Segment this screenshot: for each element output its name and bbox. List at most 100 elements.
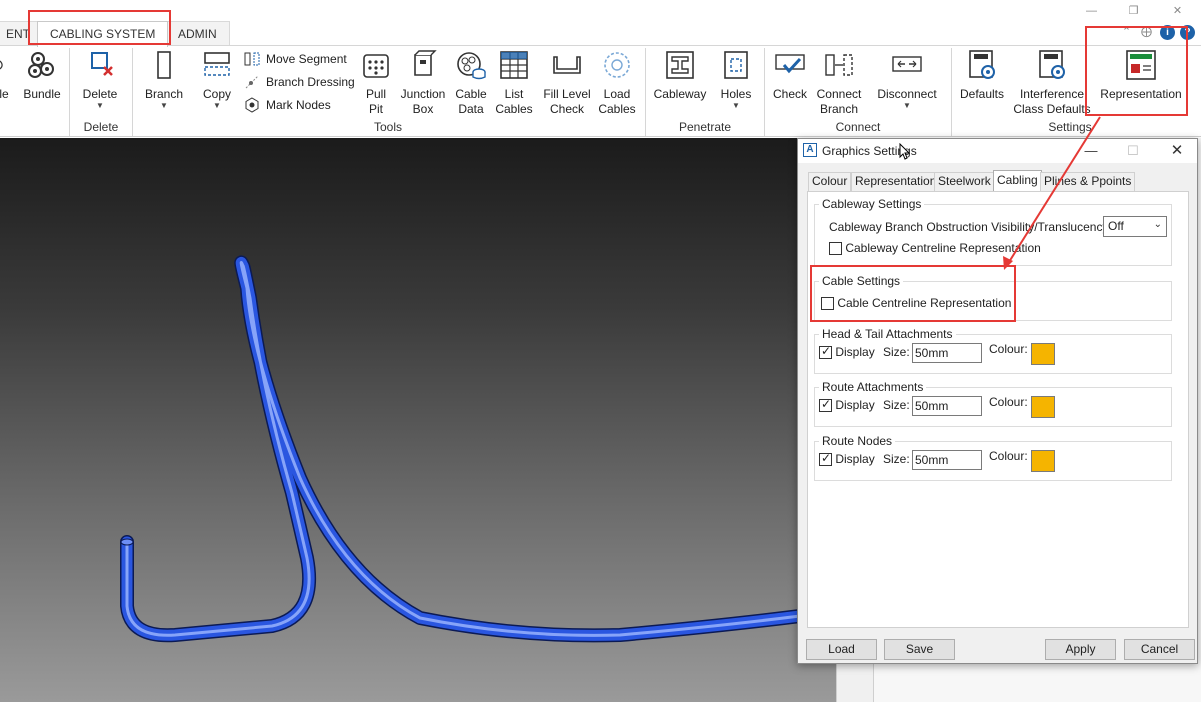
branch-dressing-button[interactable]: Branch Dressing [244,74,355,90]
junction-box-icon [414,50,437,76]
close-icon[interactable]: ✕ [1171,5,1184,18]
copy-button[interactable]: Copy ▼ [198,49,236,110]
head-tail-display-row[interactable]: Display [819,344,875,360]
defaults-button[interactable]: Defaults [958,49,1006,102]
route-nodes-group: Route Nodes Display Size: 50mm Colour: [814,434,1172,481]
disconnect-icon [892,56,922,72]
head-tail-size-input[interactable]: 50mm [912,343,982,363]
pull-pit-button[interactable]: Pull Pit [358,49,394,117]
route-nodes-colour-label: Colour: [989,449,1028,463]
group-label-penetrate: Penetrate [678,120,732,134]
tab-cabling-system[interactable]: CABLING SYSTEM [37,21,169,47]
group-label-delete: Delete [83,120,119,134]
cableway-button[interactable]: Cableway [651,49,709,102]
obstruction-select[interactable]: Off ⌄ [1103,216,1167,237]
route-nodes-colour-swatch[interactable] [1031,450,1055,472]
representation-button[interactable]: Representation [1097,49,1185,102]
tab-admin[interactable]: ADMIN [165,21,230,45]
partial-left-button[interactable]: le [0,49,14,102]
cableway-icon [666,51,694,79]
apply-button[interactable]: Apply [1045,639,1116,660]
cableway-settings-title: Cableway Settings [819,197,925,211]
save-button[interactable]: Save [884,639,955,660]
dialog-close-icon[interactable]: ✕ [1162,141,1192,161]
help-icon[interactable]: ? [1180,25,1195,40]
cable-centreline-checkbox[interactable] [821,297,834,311]
cable-settings-group: Cable Settings Cable Centreline Represen… [814,274,1172,321]
holes-button[interactable]: Holes ▼ [717,49,755,110]
load-cables-button[interactable]: Load Cables [598,49,636,117]
route-nodes-size-input[interactable]: 50mm [912,450,982,470]
route-nodes-display-row[interactable]: Display [819,451,875,467]
cable-settings-title: Cable Settings [819,274,904,288]
bundle-button[interactable]: Bundle [22,49,62,102]
load-button[interactable]: Load [806,639,877,660]
mark-nodes-icon [245,97,259,113]
copy-icon [204,52,230,76]
tab-plines-ppoints[interactable]: Plines & Ppoints [1040,172,1136,191]
route-attachments-group: Route Attachments Display Size: 50mm Col… [814,380,1172,427]
route-nodes-display-checkbox[interactable] [819,451,832,467]
cable-data-icon [457,52,486,80]
mark-nodes-button[interactable]: Mark Nodes [244,97,331,113]
chevron-up-icon[interactable]: ⌃ [1120,26,1133,39]
dropdown-arrow-icon: ▼ [96,101,104,110]
interference-defaults-icon [1039,50,1065,79]
pull-pit-icon [363,54,389,78]
cabling-tab-panel: Cableway Settings Cableway Branch Obstru… [807,191,1189,628]
tab-representation[interactable]: Representation [851,172,941,191]
head-tail-colour-label: Colour: [989,342,1028,356]
minimize-icon[interactable]: — [1085,5,1098,18]
head-tail-size-label: Size: [883,345,910,359]
head-tail-colour-swatch[interactable] [1031,343,1055,365]
head-tail-attachments-group: Head & Tail Attachments Display Size: 50… [814,327,1172,374]
head-tail-display-checkbox[interactable] [819,344,832,360]
dialog-minimize-icon[interactable]: — [1076,141,1106,161]
tab-colour[interactable]: Colour [808,172,852,191]
group-label-connect: Connect [835,120,881,134]
check-button[interactable]: Check [771,49,809,102]
list-cables-button[interactable]: List Cables [494,49,534,117]
cancel-button[interactable]: Cancel [1124,639,1195,660]
route-attachments-colour-swatch[interactable] [1031,396,1055,418]
dialog-title-bar[interactable]: A Graphics Settings — ☐ ✕ [798,139,1197,163]
cableway-centreline-row[interactable]: Cableway Centreline Representation [829,241,1041,256]
graphics-settings-dialog: A Graphics Settings — ☐ ✕ Colour Represe… [797,138,1198,664]
tab-steelwork[interactable]: Steelwork [934,172,995,191]
branch-dressing-icon [245,75,259,89]
check-icon [775,54,805,74]
holes-icon [724,51,748,79]
tab-cabling[interactable]: Cabling [993,170,1042,191]
ribbon-tab-strip: ENT CABLING SYSTEM ADMIN — ❐ ✕ ⌃ ⨁ i ? [0,0,1201,47]
route-attachments-display-row[interactable]: Display [819,397,875,413]
branch-icon [157,51,171,79]
disconnect-button[interactable]: Disconnect ▼ [874,49,940,110]
load-cables-icon [604,52,630,78]
group-label-tools: Tools [373,120,402,134]
group-label-settings: Settings [1048,120,1092,134]
pin-icon[interactable]: ⨁ [1140,26,1153,39]
route-attachments-size-input[interactable]: 50mm [912,396,982,416]
fill-level-check-button[interactable]: Fill Level Check [541,49,593,117]
delete-button[interactable]: Delete ▼ [78,49,122,110]
route-nodes-size-label: Size: [883,452,910,466]
bundle-icon [28,52,54,78]
cableway-centreline-checkbox[interactable] [829,242,842,256]
interference-class-defaults-button[interactable]: Interference Class Defaults [1012,49,1092,117]
delete-icon [91,52,113,76]
obstruction-label: Cableway Branch Obstruction Visibility/T… [829,220,1112,234]
junction-box-button[interactable]: Junction Box [399,49,447,117]
defaults-icon [969,50,995,79]
route-attachments-title: Route Attachments [819,380,927,394]
route-attachments-display-checkbox[interactable] [819,397,832,413]
gear-cluster-icon [0,60,3,70]
cable-data-button[interactable]: Cable Data [452,49,490,117]
connect-branch-button[interactable]: Connect Branch [815,49,863,117]
restore-icon[interactable]: ❐ [1127,5,1140,18]
branch-button[interactable]: Branch ▼ [143,49,185,110]
dialog-maximize-icon[interactable]: ☐ [1118,141,1148,161]
route-nodes-title: Route Nodes [819,434,896,448]
move-segment-button[interactable]: Move Segment [244,51,347,67]
cable-centreline-row[interactable]: Cable Centreline Representation [821,296,1011,311]
info-icon[interactable]: i [1160,25,1175,40]
